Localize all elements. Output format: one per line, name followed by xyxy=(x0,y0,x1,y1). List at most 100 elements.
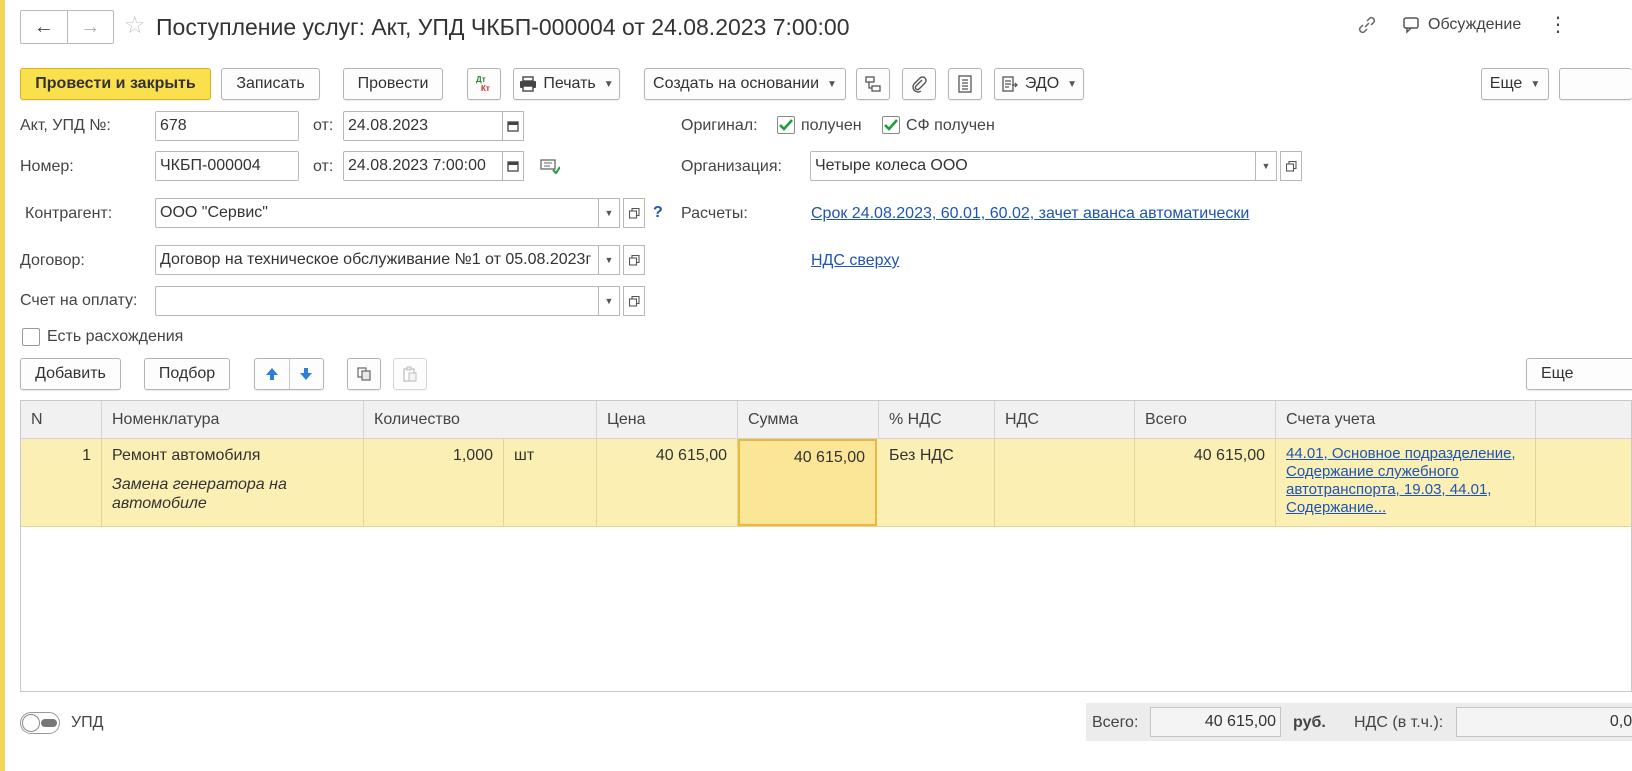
original-received-checkbox[interactable] xyxy=(777,116,795,134)
col-sum[interactable]: Сумма xyxy=(738,401,879,438)
col-price[interactable]: Цена xyxy=(597,401,738,438)
table-row[interactable]: 1 Ремонт автомобиля Замена генератора на… xyxy=(21,439,1631,527)
discrepancy-checkbox[interactable] xyxy=(22,328,40,346)
open-icon[interactable] xyxy=(623,245,645,275)
favorite-star-icon[interactable]: ☆ xyxy=(124,12,146,40)
calendar-icon[interactable] xyxy=(502,151,524,181)
paperclip-icon xyxy=(912,76,927,93)
number-datetime-input[interactable]: 24.08.2023 7:00:00 xyxy=(343,151,503,181)
dropdown-button[interactable]: ▼ xyxy=(598,198,620,228)
number-input[interactable]: ЧКБП-000004 xyxy=(155,151,299,181)
paste-button[interactable] xyxy=(393,358,427,390)
document-list-icon xyxy=(958,75,972,93)
organization-label: Организация: xyxy=(681,158,782,175)
table-more-button[interactable]: Еще xyxy=(1526,358,1632,390)
comment-edit-icon[interactable] xyxy=(540,158,561,179)
cell-accounts[interactable]: 44.01, Основное подразделение, Содержани… xyxy=(1276,439,1536,526)
print-button[interactable]: Печать ▼ xyxy=(513,68,620,100)
add-row-button[interactable]: Добавить xyxy=(20,358,121,390)
sf-received-checkbox[interactable] xyxy=(882,116,900,134)
edo-icon xyxy=(1002,76,1018,92)
col-vat-rate[interactable]: % НДС xyxy=(879,401,995,438)
invoice-input[interactable] xyxy=(155,286,599,316)
dropdown-button[interactable]: ▼ xyxy=(598,245,620,275)
act-date-label: от: xyxy=(313,117,334,134)
cell-extra xyxy=(1536,439,1631,526)
vat-on-top-link[interactable]: НДС сверху xyxy=(811,251,899,271)
number-label: Номер: xyxy=(20,158,74,175)
cell-nomenclature[interactable]: Ремонт автомобиля Замена генератора на а… xyxy=(102,439,364,526)
dt-kt-icon: ДтКт xyxy=(476,75,490,93)
discussion-icon xyxy=(1403,17,1419,34)
vat-included-value: 0,00 xyxy=(1456,707,1632,737)
cell-unit[interactable]: шт xyxy=(504,439,597,526)
settlements-label: Расчеты: xyxy=(681,205,748,222)
cell-sum[interactable]: 40 615,00 xyxy=(738,439,877,526)
toggle-knob xyxy=(22,714,40,732)
col-nomenclature[interactable]: Номенклатура xyxy=(102,401,364,438)
svg-text:Дт: Дт xyxy=(476,75,486,84)
help-button[interactable] xyxy=(1559,68,1632,100)
back-icon[interactable]: ← xyxy=(21,11,67,43)
cell-vat[interactable] xyxy=(995,439,1135,526)
col-n[interactable]: N xyxy=(21,401,102,438)
cell-total[interactable]: 40 615,00 xyxy=(1135,439,1276,526)
checkmark-icon xyxy=(779,119,793,131)
col-total[interactable]: Всего xyxy=(1135,401,1276,438)
settlements-link[interactable]: Срок 24.08.2023, 60.01, 60.02, зачет ава… xyxy=(811,204,1249,224)
upd-toggle[interactable] xyxy=(20,712,60,734)
organization-input[interactable]: Четыре колеса ООО xyxy=(810,151,1256,181)
discussion-button[interactable]: Обсуждение xyxy=(1402,16,1521,34)
report-button[interactable] xyxy=(948,68,982,100)
pick-button[interactable]: Подбор xyxy=(144,358,230,390)
more-button[interactable]: Еще ▼ xyxy=(1481,68,1549,100)
accounts-link[interactable]: 44.01, Основное подразделение, Содержани… xyxy=(1286,445,1516,517)
open-icon[interactable] xyxy=(623,286,645,316)
post-button[interactable]: Провести xyxy=(343,68,443,100)
table-header: N Номенклатура Количество Цена Сумма % Н… xyxy=(21,401,1631,439)
currency-label: руб. xyxy=(1293,714,1326,731)
original-received-label: получен xyxy=(801,117,862,134)
copy-row-button[interactable] xyxy=(347,358,381,390)
vat-included-label: НДС (в т.ч.): xyxy=(1354,714,1444,731)
structure-button[interactable] xyxy=(856,68,890,100)
total-value: 40 615,00 xyxy=(1150,707,1281,737)
edo-button[interactable]: ЭДО ▼ xyxy=(994,68,1084,100)
open-icon[interactable] xyxy=(1280,151,1302,181)
move-up-icon[interactable] xyxy=(255,359,290,389)
dropdown-button[interactable]: ▼ xyxy=(598,286,620,316)
cell-vat-rate[interactable]: Без НДС xyxy=(879,439,995,526)
forward-icon[interactable]: → xyxy=(66,11,114,43)
cell-price[interactable]: 40 615,00 xyxy=(597,439,738,526)
act-number-label: Акт, УПД №: xyxy=(20,117,111,134)
contract-label: Договор: xyxy=(20,252,85,269)
move-down-icon[interactable] xyxy=(290,359,324,389)
col-vat[interactable]: НДС xyxy=(995,401,1135,438)
attach-button[interactable] xyxy=(902,68,936,100)
edo-label: ЭДО xyxy=(1024,75,1060,92)
calendar-icon[interactable] xyxy=(502,111,524,141)
act-date-input[interactable]: 24.08.2023 xyxy=(343,111,503,141)
post-and-close-button[interactable]: Провести и закрыть xyxy=(20,68,211,100)
more-vertical-icon[interactable]: ⋮ xyxy=(1548,12,1568,37)
dt-kt-button[interactable]: Дт Кт xyxy=(467,68,501,100)
upd-toggle-label: УПД xyxy=(71,714,104,731)
help-icon[interactable]: ? xyxy=(653,204,663,222)
link-icon[interactable] xyxy=(1356,14,1382,40)
save-button[interactable]: Записать xyxy=(221,68,320,100)
col-accounts[interactable]: Счета учета xyxy=(1276,401,1536,438)
cell-quantity[interactable]: 1,000 xyxy=(364,439,504,526)
dropdown-button[interactable]: ▼ xyxy=(1255,151,1277,181)
act-number-input[interactable]: 678 xyxy=(155,111,299,141)
cell-n: 1 xyxy=(21,439,102,526)
svg-text:Кт: Кт xyxy=(481,84,490,93)
create-based-on-button[interactable]: Создать на основании ▼ xyxy=(644,68,846,100)
printer-icon xyxy=(520,76,537,92)
contract-input[interactable]: Договор на техническое обслуживание №1 о… xyxy=(155,245,599,275)
open-icon[interactable] xyxy=(623,198,645,228)
page-title: Поступление услуг: Акт, УПД ЧКБП-000004 … xyxy=(156,14,850,40)
toggle-track xyxy=(41,719,57,727)
col-quantity[interactable]: Количество xyxy=(364,401,597,438)
copy-icon xyxy=(357,367,371,381)
contractor-input[interactable]: ООО "Сервис" xyxy=(155,198,599,228)
